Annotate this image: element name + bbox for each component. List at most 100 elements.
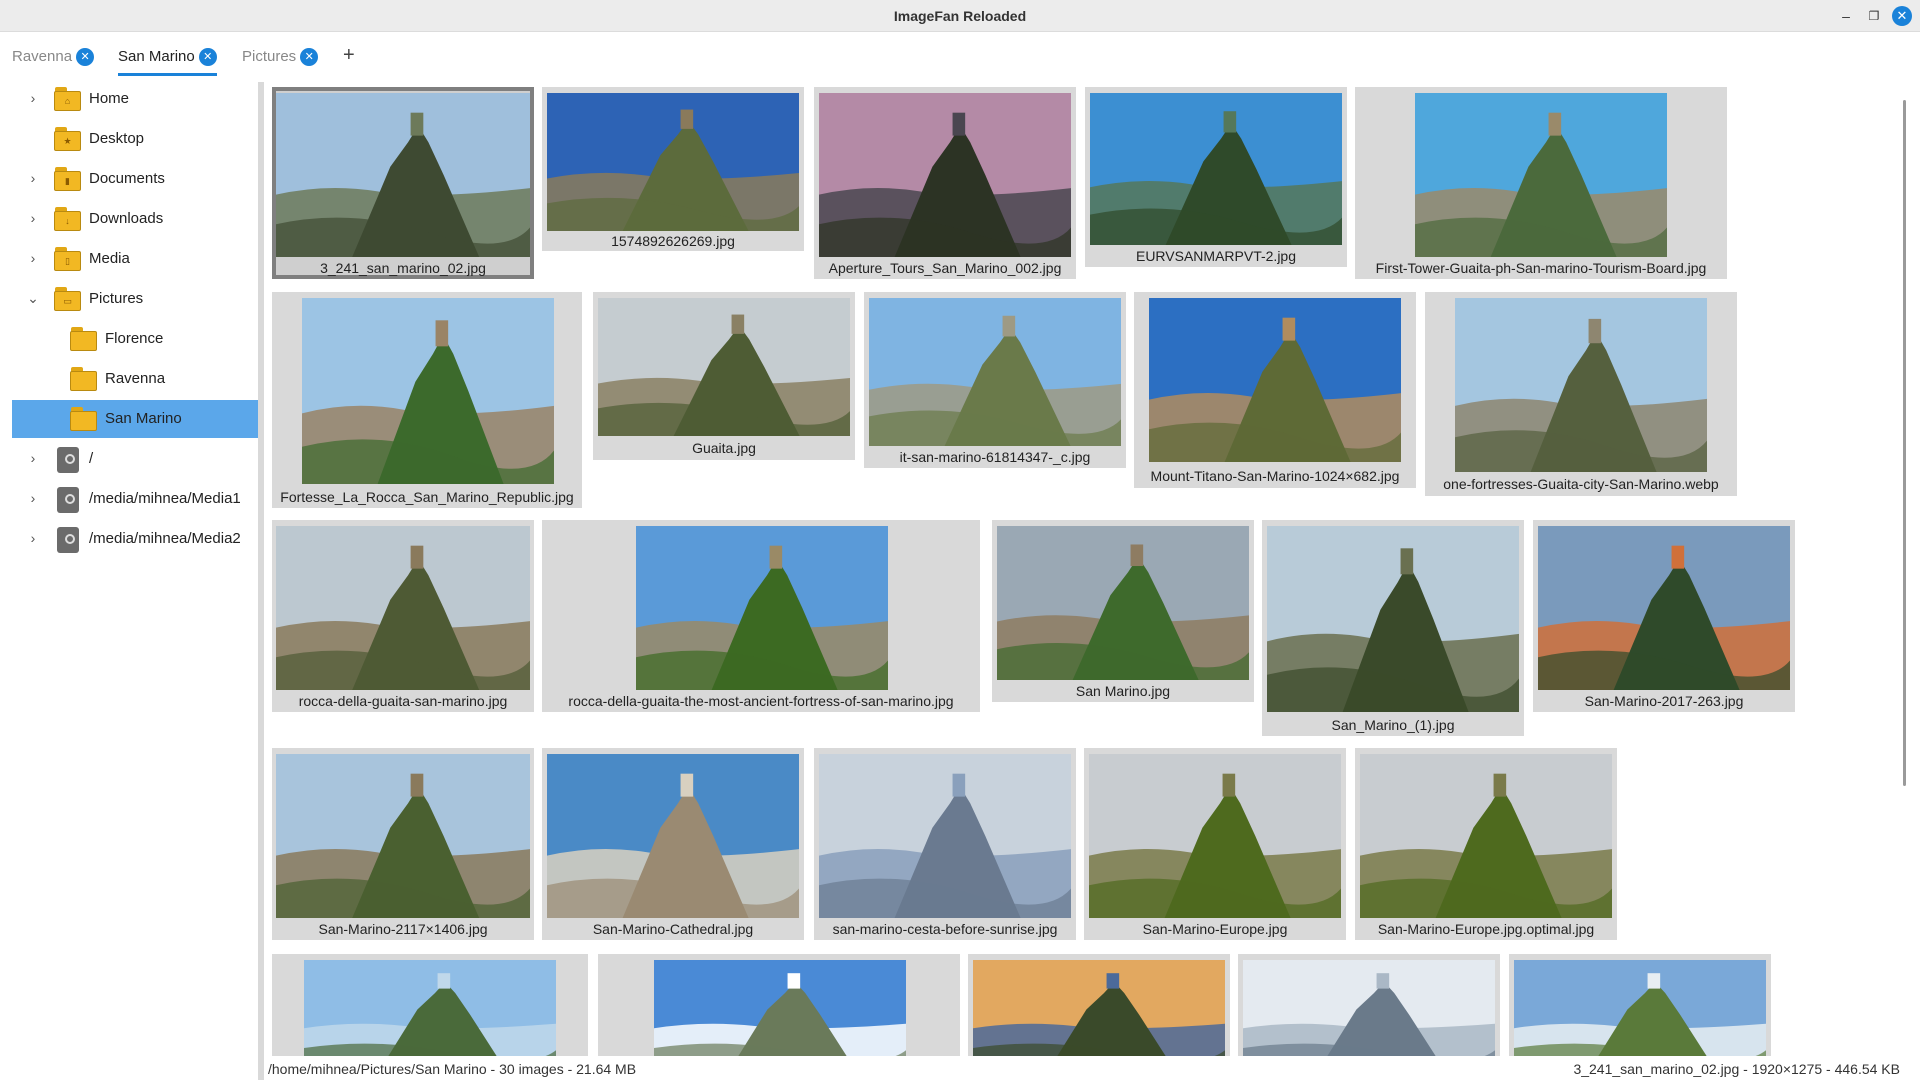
pictures-folder-icon: ▭ (54, 287, 81, 311)
close-window-icon[interactable]: ✕ (1892, 6, 1912, 26)
thumbnail[interactable] (1238, 954, 1500, 1056)
chevron-down-icon[interactable]: ⌄ (26, 290, 40, 307)
thumbnail-image (1514, 960, 1766, 1056)
add-tab-button[interactable]: + (343, 44, 355, 67)
tab-ravenna[interactable]: Ravenna ✕ (12, 46, 95, 72)
thumbnail-caption: san-marino-cesta-before-sunrise.jpg (832, 921, 1058, 937)
sidebar-item-home[interactable]: › ⌂ Home (12, 80, 258, 118)
thumbnail[interactable] (1509, 954, 1771, 1056)
thumbnail-caption: rocca-della-guaita-san-marino.jpg (298, 693, 508, 709)
disk-icon (54, 487, 81, 513)
chevron-right-icon[interactable]: › (26, 250, 40, 266)
tab-san-marino[interactable]: San Marino ✕ (118, 46, 217, 76)
sidebar-item-pictures[interactable]: ⌄ ▭ Pictures (12, 280, 258, 318)
sidebar-item-label: Media (89, 250, 130, 267)
thumbnail[interactable]: Fortesse_La_Rocca_San_Marino_Republic.jp… (272, 292, 582, 508)
status-image-info: 3_241_san_marino_02.jpg - 1920×1275 - 44… (1573, 1061, 1900, 1077)
thumbnail-image (1089, 754, 1341, 918)
thumbnail[interactable]: San-Marino-Europe.jpg.optimal.jpg (1355, 748, 1617, 940)
thumbnail-image (997, 526, 1249, 680)
sidebar-item-san-marino[interactable]: San Marino (12, 400, 258, 438)
sidebar-item-desktop[interactable]: ★ Desktop (12, 120, 258, 158)
thumbnail[interactable]: Guaita.jpg (593, 292, 855, 460)
sidebar-item-media-mihnea-media1[interactable]: › /media/mihnea/Media1 (12, 480, 258, 518)
thumbnail-image (1267, 526, 1519, 712)
thumbnail[interactable]: rocca-della-guaita-san-marino.jpg (272, 520, 534, 712)
thumbnail[interactable]: San Marino.jpg (992, 520, 1254, 702)
thumbnail[interactable] (598, 954, 960, 1056)
thumbnail-image (1415, 93, 1667, 257)
thumbnail-gallery: 3_241_san_marino_02.jpg 1574892626269.jpg… (272, 82, 1900, 1056)
thumbnail[interactable]: San-Marino-2017-263.jpg (1533, 520, 1795, 712)
restore-icon[interactable]: ❐ (1864, 6, 1884, 26)
sidebar-item-[interactable]: › / (12, 440, 258, 478)
chevron-right-icon[interactable]: › (26, 210, 40, 226)
thumbnail[interactable]: San_Marino_(1).jpg (1262, 520, 1524, 736)
thumbnail[interactable]: San-Marino-Cathedral.jpg (542, 748, 804, 940)
chevron-right-icon[interactable]: › (26, 530, 40, 546)
thumbnail[interactable]: it-san-marino-61814347-_c.jpg (864, 292, 1126, 468)
tab-close-icon[interactable]: ✕ (300, 48, 319, 66)
gallery-scrollbar[interactable] (1903, 100, 1906, 786)
thumbnail-caption: Aperture_Tours_San_Marino_002.jpg (828, 260, 1062, 276)
thumbnail[interactable]: Mount-Titano-San-Marino-1024×682.jpg (1134, 292, 1416, 488)
thumbnail-image (1360, 754, 1612, 918)
thumbnail-image (547, 93, 799, 231)
folder-tree: › ⌂ Home ★ Desktop › ▮ Documents › ↓ Downloads › ▯ Me… (0, 80, 258, 1080)
thumbnail-image (973, 960, 1225, 1056)
tab-label: San Marino (118, 48, 195, 65)
thumbnail[interactable] (968, 954, 1230, 1056)
documents-folder-icon: ▮ (54, 167, 81, 191)
thumbnail-image (1149, 298, 1401, 462)
splitter-handle[interactable] (258, 82, 264, 1080)
thumbnail-caption: First-Tower-Guaita-ph-San-marino-Tourism… (1375, 260, 1707, 276)
thumbnail[interactable]: rocca-della-guaita-the-most-ancient-fort… (542, 520, 980, 712)
sidebar-item-label: / (89, 450, 94, 467)
sidebar-item-florence[interactable]: Florence (12, 320, 258, 358)
sidebar-item-media-mihnea-media2[interactable]: › /media/mihnea/Media2 (12, 520, 258, 558)
thumbnail-caption: one-fortresses-Guaita-city-San-Marino.we… (1443, 476, 1719, 492)
thumbnail-caption: 1574892626269.jpg (611, 233, 735, 249)
window-title: ImageFan Reloaded (893, 8, 1027, 24)
sidebar-item-label: Desktop (89, 130, 145, 147)
thumbnail[interactable]: First-Tower-Guaita-ph-San-marino-Tourism… (1355, 87, 1727, 279)
thumbnail[interactable]: 1574892626269.jpg (542, 87, 804, 251)
thumbnail[interactable]: one-fortresses-Guaita-city-San-Marino.we… (1425, 292, 1737, 496)
thumbnail-image (1243, 960, 1495, 1056)
chevron-right-icon[interactable]: › (26, 90, 40, 106)
thumbnail-image (598, 298, 850, 436)
folder-icon (70, 327, 97, 351)
chevron-right-icon[interactable]: › (26, 490, 40, 506)
sidebar-item-downloads[interactable]: › ↓ Downloads (12, 200, 258, 238)
thumbnail-caption: Mount-Titano-San-Marino-1024×682.jpg (1150, 468, 1400, 484)
chevron-right-icon[interactable]: › (26, 170, 40, 186)
sidebar-item-media[interactable]: › ▯ Media (12, 240, 258, 278)
thumbnail[interactable]: 3_241_san_marino_02.jpg (272, 87, 534, 279)
thumbnail-caption: San-Marino-Europe.jpg.optimal.jpg (1377, 921, 1595, 937)
sidebar-item-ravenna[interactable]: Ravenna (12, 360, 258, 398)
thumbnail[interactable]: San-Marino-Europe.jpg (1084, 748, 1346, 940)
sidebar-item-label: /media/mihnea/Media2 (89, 530, 241, 547)
tab-close-icon[interactable]: ✕ (76, 48, 95, 66)
tab-close-icon[interactable]: ✕ (198, 48, 217, 66)
sidebar-item-label: Ravenna (105, 370, 166, 387)
thumbnail-image (276, 93, 530, 257)
thumbnail-caption: 3_241_san_marino_02.jpg (320, 260, 486, 276)
thumbnail[interactable]: san-marino-cesta-before-sunrise.jpg (814, 748, 1076, 940)
sidebar-item-label: San Marino (105, 410, 182, 427)
chevron-right-icon[interactable]: › (26, 450, 40, 466)
thumbnail[interactable] (272, 954, 588, 1056)
disk-icon (54, 447, 81, 473)
media-folder-icon: ▯ (54, 247, 81, 271)
thumbnail[interactable]: San-Marino-2117×1406.jpg (272, 748, 534, 940)
tab-bar: Ravenna ✕ San Marino ✕ Pictures ✕ (0, 40, 1920, 76)
sidebar-item-documents[interactable]: › ▮ Documents (12, 160, 258, 198)
title-bar: ImageFan Reloaded – ❐ ✕ (0, 0, 1920, 32)
tab-pictures[interactable]: Pictures ✕ (242, 46, 319, 72)
disk-icon (54, 527, 81, 553)
thumbnail-caption: rocca-della-guaita-the-most-ancient-fort… (568, 693, 954, 709)
minimize-icon[interactable]: – (1836, 6, 1856, 26)
thumbnail[interactable]: EURVSANMARPVT-2.jpg (1085, 87, 1347, 267)
thumbnail[interactable]: Aperture_Tours_San_Marino_002.jpg (814, 87, 1076, 279)
thumbnail-image (547, 754, 799, 918)
